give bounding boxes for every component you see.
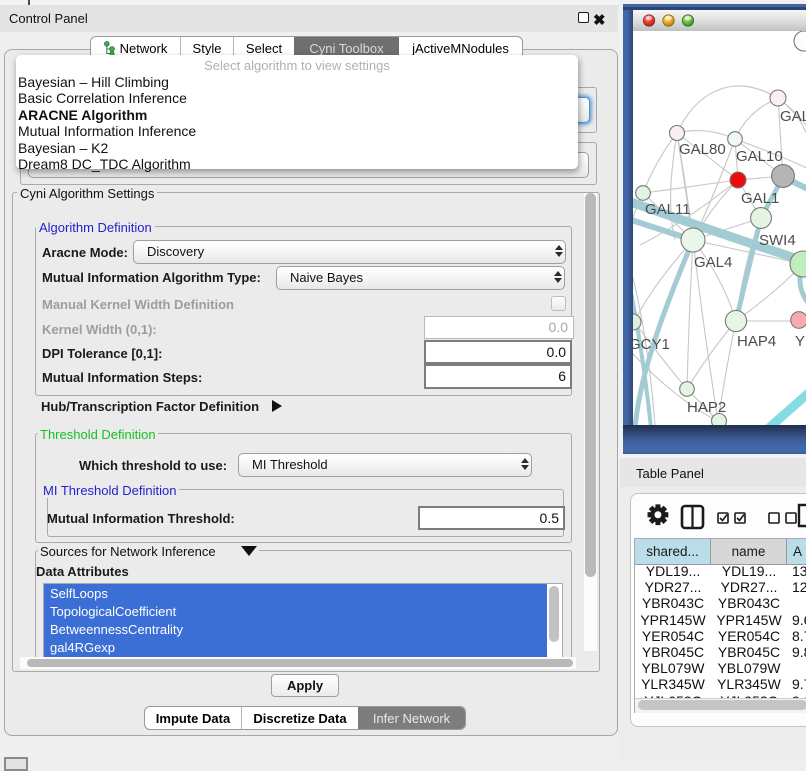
svg-text:GAL11: GAL11 [645,201,691,218]
svg-text:GAL7: GAL7 [780,108,806,125]
svg-text:SWI4: SWI4 [759,232,796,249]
svg-text:HAP4: HAP4 [737,333,776,350]
svg-text:GAL80: GAL80 [679,141,726,158]
svg-text:GCY1: GCY1 [633,336,670,353]
svg-text:GAL4: GAL4 [694,254,732,271]
svg-text:YDR: YDR [795,333,806,350]
svg-text:HAP2: HAP2 [687,399,726,416]
svg-text:GAL10: GAL10 [736,148,783,165]
svg-text:GAL1: GAL1 [741,190,779,207]
